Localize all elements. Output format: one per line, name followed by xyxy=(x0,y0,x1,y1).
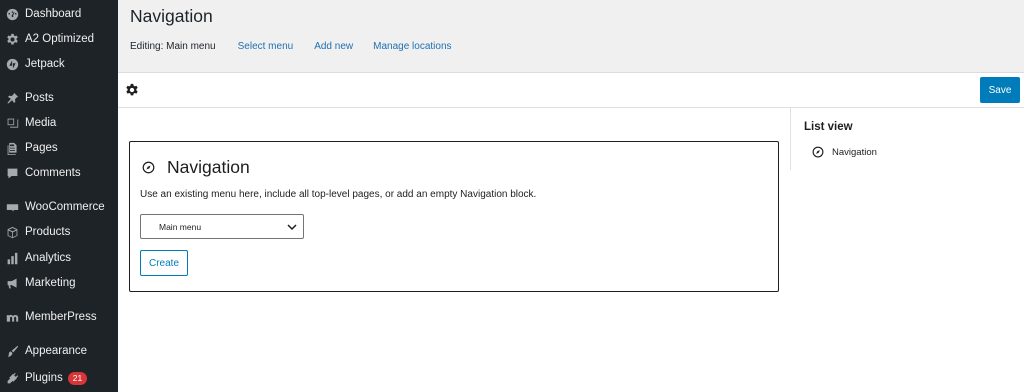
sidebar-item-label: Analytics xyxy=(25,252,72,264)
sidebar-item-comments[interactable]: Comments xyxy=(0,161,118,185)
list-view-title: List view xyxy=(804,121,853,133)
save-button[interactable]: Save xyxy=(980,77,1020,103)
editor-toolbar: Save xyxy=(118,73,1024,108)
manage-locations-link[interactable]: Manage locations xyxy=(373,41,451,52)
gear-icon xyxy=(5,32,19,46)
menu-actions-row: Editing: Main menu Select menu Add new M… xyxy=(130,41,452,52)
sidebar-item-plugins[interactable]: Plugins 21 xyxy=(0,366,118,390)
memberpress-icon xyxy=(5,310,19,324)
update-count-badge: 21 xyxy=(67,371,88,385)
sidebar-item-label: A2 Optimized xyxy=(25,33,95,45)
page-title: Navigation xyxy=(130,6,213,26)
compass-icon xyxy=(142,161,155,174)
add-new-link[interactable]: Add new xyxy=(314,41,353,52)
dashboard-icon xyxy=(5,7,19,21)
menu-select[interactable]: Main menu xyxy=(140,214,304,239)
sidebar-item-label: Comments xyxy=(25,167,81,179)
sidebar-item-label: Media xyxy=(25,117,57,129)
media-icon xyxy=(5,116,19,130)
list-view-item-label: Navigation xyxy=(832,146,877,158)
gear-icon[interactable] xyxy=(125,83,139,97)
sidebar-item-dashboard[interactable]: Dashboard xyxy=(0,2,118,26)
sidebar-item-appearance[interactable]: Appearance xyxy=(0,339,118,363)
woocommerce-icon xyxy=(5,200,19,214)
sidebar-item-label: Jetpack xyxy=(25,58,65,70)
sidebar-item-a2-optimized[interactable]: A2 Optimized xyxy=(0,27,118,51)
chevron-down-icon xyxy=(287,224,297,231)
admin-sidebar: Dashboard A2 Optimized Jetpack Posts Med… xyxy=(0,0,118,392)
compass-icon xyxy=(812,146,824,158)
navigation-block[interactable]: Navigation Use an existing menu here, in… xyxy=(129,141,779,292)
create-button[interactable]: Create xyxy=(140,250,188,276)
sidebar-item-marketing[interactable]: Marketing xyxy=(0,271,118,295)
list-view-panel: List view Navigation xyxy=(790,108,1024,170)
sidebar-item-label: Dashboard xyxy=(25,8,82,20)
sidebar-item-posts[interactable]: Posts xyxy=(0,86,118,110)
box-icon xyxy=(5,225,19,239)
sidebar-item-analytics[interactable]: Analytics xyxy=(0,246,118,270)
pin-icon xyxy=(5,91,19,105)
sidebar-item-label: Plugins xyxy=(25,372,63,384)
sidebar-item-jetpack[interactable]: Jetpack xyxy=(0,52,118,76)
block-title: Navigation xyxy=(167,157,250,177)
sidebar-item-pages[interactable]: Pages xyxy=(0,136,118,160)
sidebar-item-label: Products xyxy=(25,226,71,238)
page-icon xyxy=(5,141,19,155)
sidebar-item-woocommerce[interactable]: WooCommerce xyxy=(0,195,118,219)
sidebar-item-label: Posts xyxy=(25,92,54,104)
editing-menu-label: Editing: Main menu xyxy=(130,41,216,52)
sidebar-item-label: MemberPress xyxy=(25,311,97,323)
plug-icon xyxy=(5,371,19,385)
sidebar-item-label: Pages xyxy=(25,142,58,154)
page-header: Navigation Editing: Main menu Select men… xyxy=(118,0,1024,73)
select-menu-link[interactable]: Select menu xyxy=(238,41,294,52)
block-title-row: Navigation xyxy=(142,157,250,178)
sidebar-item-media[interactable]: Media xyxy=(0,111,118,135)
block-description: Use an existing menu here, include all t… xyxy=(140,189,537,200)
bar-chart-icon xyxy=(5,251,19,265)
list-view-item-navigation[interactable]: Navigation xyxy=(812,146,877,158)
sidebar-item-label: Marketing xyxy=(25,277,76,289)
jetpack-icon xyxy=(5,57,19,71)
sidebar-item-memberpress[interactable]: MemberPress xyxy=(0,305,118,329)
sidebar-item-label: WooCommerce xyxy=(25,201,105,213)
brush-icon xyxy=(5,344,19,358)
menu-select-value: Main menu xyxy=(159,221,202,232)
sidebar-item-products[interactable]: Products xyxy=(0,220,118,244)
comment-icon xyxy=(5,166,19,180)
megaphone-icon xyxy=(5,276,19,290)
sidebar-item-label: Appearance xyxy=(25,345,88,357)
